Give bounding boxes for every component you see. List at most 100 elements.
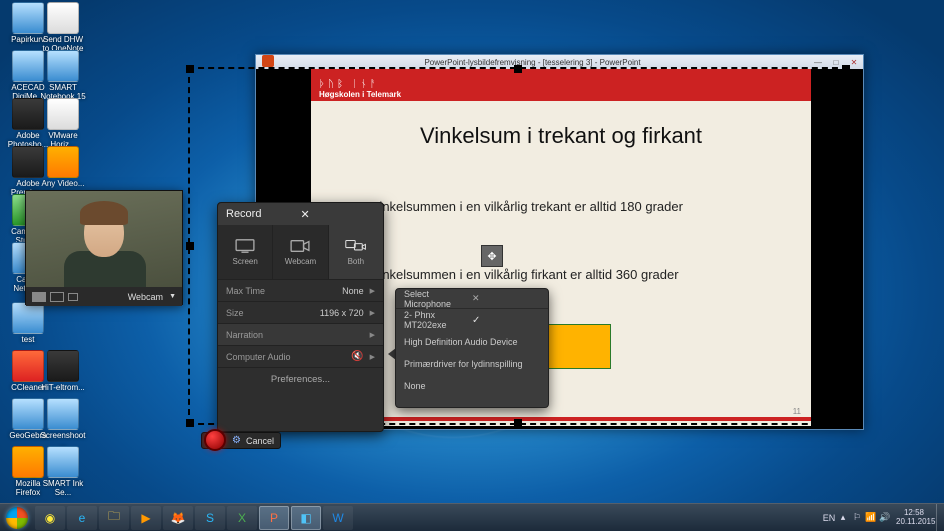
size-value: 1196 x 720 <box>320 308 364 318</box>
tray-volume-icon[interactable]: 🔊 <box>878 512 892 523</box>
row-maxtime[interactable]: Max Time None ▶ <box>218 279 383 301</box>
crop-handle[interactable] <box>842 242 850 250</box>
microphone-menu: Select Microphone ✕ 2- Phnx MT202exe✓ Hig… <box>395 288 549 408</box>
mic-menu-title: Select Microphone <box>404 289 472 309</box>
taskbar-firefox[interactable]: 🦊 <box>163 506 193 530</box>
row-computer-audio[interactable]: Computer Audio 🔇 ▶ <box>218 345 383 367</box>
close-button[interactable]: ✕ <box>845 56 863 68</box>
powerpoint-icon <box>262 55 274 67</box>
app-icon <box>47 146 79 178</box>
webcam-dropdown-icon[interactable]: ▼ <box>169 293 176 300</box>
webcam-size-full-icon[interactable] <box>32 292 46 302</box>
mic-menu-item[interactable]: Primærdriver for lydinnspilling <box>396 353 548 375</box>
desktop-icon-label: test <box>5 336 51 345</box>
tray-network-icon[interactable]: 📶 <box>864 512 878 523</box>
tray-clock[interactable]: 12:58 20.11.2015 <box>892 509 936 527</box>
mic-menu-item[interactable]: None <box>396 375 548 397</box>
webcam-size-med-icon[interactable] <box>50 292 64 302</box>
powerpoint-titlebar[interactable]: PowerPoint-lysbildefremvisning - [tessel… <box>256 55 863 69</box>
header-decoration: ᚦᚢᛒ ᛁᚾᚨ <box>319 79 803 90</box>
desktop-icon[interactable]: VMware Horiz... <box>40 98 86 150</box>
taskbar-powerpoint[interactable]: P <box>259 506 289 530</box>
slide-header: ᚦᚢᛒ ᛁᚾᚨ Høgskolen i Telemark <box>311 69 811 101</box>
speaker-muted-icon: 🔇 <box>351 351 363 362</box>
record-button[interactable] <box>204 429 226 451</box>
desktop-icon[interactable]: Screenshoot... <box>40 398 86 450</box>
slide-bullet-1: Vinkelsummen i en vilkårlig trekant er a… <box>371 199 761 214</box>
taskbar: ◉ e 🗀 ▶ 🦊 S X P ◧ W EN ▴ ⚐ 📶 🔊 12:58 20.… <box>0 503 944 531</box>
desktop-icon[interactable]: SMART Notebook 15 <box>40 50 86 102</box>
mic-item-label: 2- Phnx MT202exe <box>404 310 472 330</box>
mic-menu-close-icon[interactable]: ✕ <box>472 293 540 304</box>
taskbar-screenflow[interactable]: ◧ <box>291 506 321 530</box>
record-close-icon[interactable]: ✕ <box>301 208 376 221</box>
slide-title: Vinkelsum i trekant og firkant <box>311 123 811 149</box>
tray-flag-icon[interactable]: ⚐ <box>850 512 864 523</box>
row-size[interactable]: Size 1196 x 720 ▶ <box>218 301 383 323</box>
size-label: Size <box>226 308 320 318</box>
webcam-toolbar: Webcam ▼ <box>26 287 182 306</box>
start-button[interactable] <box>0 504 34 531</box>
tray-lang[interactable]: EN <box>822 513 836 523</box>
record-mode-row: Screen Webcam Both <box>218 225 383 279</box>
mic-menu-item[interactable]: 2- Phnx MT202exe✓ <box>396 309 548 331</box>
taskbar-ie[interactable]: e <box>67 506 97 530</box>
mode-screen[interactable]: Screen <box>218 225 273 279</box>
check-icon: ✓ <box>472 315 540 326</box>
taskbar-excel[interactable]: X <box>227 506 257 530</box>
slide-page-number: 11 <box>793 407 801 416</box>
taskbar-media[interactable]: ▶ <box>131 506 161 530</box>
taskbar-chrome[interactable]: ◉ <box>35 506 65 530</box>
mode-webcam-label: Webcam <box>285 257 316 266</box>
taskbar-explorer[interactable]: 🗀 <box>99 506 129 530</box>
preferences-button[interactable]: Preferences... <box>218 367 383 391</box>
desktop-icon[interactable]: test <box>5 302 51 345</box>
show-desktop-button[interactable] <box>936 504 944 531</box>
webcam-icon <box>289 238 311 254</box>
tray-up-icon[interactable]: ▴ <box>836 512 850 523</box>
desktop-icon-label: Any Video... <box>40 180 86 189</box>
taskbar-skype[interactable]: S <box>195 506 225 530</box>
webcam-label: Webcam <box>82 292 165 302</box>
desktop-icon[interactable]: Send DHW to OneNote <box>40 2 86 54</box>
app-icon <box>47 350 79 382</box>
gear-icon[interactable]: ⚙ <box>232 435 242 446</box>
slide-canvas: ᚦᚢᛒ ᛁᚾᚨ Høgskolen i Telemark Vinkelsum i… <box>311 69 811 426</box>
mic-item-label: None <box>404 381 540 391</box>
minimize-button[interactable]: — <box>809 56 827 68</box>
maxtime-label: Max Time <box>226 286 342 296</box>
mic-menu-header: Select Microphone ✕ <box>396 289 548 309</box>
crop-handle[interactable] <box>186 242 194 250</box>
webcam-feed <box>26 191 182 287</box>
move-handle-icon[interactable]: ✥ <box>481 245 503 267</box>
taskbar-word[interactable]: W <box>323 506 353 530</box>
screen-icon <box>234 238 256 254</box>
webcam-size-small-icon[interactable] <box>68 293 78 301</box>
mic-item-label: High Definition Audio Device <box>404 337 540 347</box>
desktop-icon[interactable]: Any Video... <box>40 146 86 189</box>
mic-menu-item[interactable]: High Definition Audio Device <box>396 331 548 353</box>
app-icon <box>47 2 79 34</box>
desktop-icon-label: HiT-eltrom... <box>40 384 86 393</box>
app-icon <box>47 50 79 82</box>
preferences-label: Preferences... <box>271 374 330 385</box>
chevron-right-icon: ▶ <box>370 331 375 339</box>
desktop-icon[interactable]: SMART Ink Se... <box>40 446 86 498</box>
cancel-button[interactable]: Cancel <box>246 436 274 446</box>
mode-both[interactable]: Both <box>329 225 383 279</box>
app-icon <box>47 446 79 478</box>
maximize-button[interactable]: □ <box>827 56 845 68</box>
mode-webcam[interactable]: Webcam <box>273 225 328 279</box>
clock-date: 20.11.2015 <box>896 518 932 527</box>
crop-handle[interactable] <box>186 419 194 427</box>
desktop-icon[interactable]: HiT-eltrom... <box>40 350 86 393</box>
mode-screen-label: Screen <box>232 257 257 266</box>
app-icon <box>12 302 44 334</box>
record-titlebar[interactable]: Record ✕ <box>218 203 383 225</box>
desktop: PapirkurvSend DHW to OneNoteACECAD DigiM… <box>0 0 944 531</box>
record-panel: Record ✕ Screen Webcam <box>217 202 384 432</box>
crop-handle[interactable] <box>186 65 194 73</box>
webcam-preview[interactable]: Webcam ▼ <box>25 190 183 305</box>
crop-handle[interactable] <box>842 419 850 427</box>
row-narration[interactable]: Narration ▶ <box>218 323 383 345</box>
